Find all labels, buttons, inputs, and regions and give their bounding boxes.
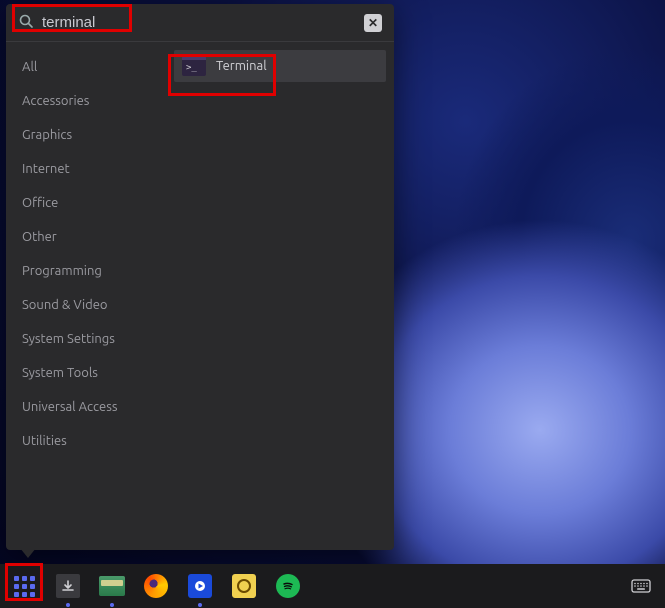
category-item-office[interactable]: Office bbox=[6, 186, 166, 220]
clear-search-button[interactable]: ✕ bbox=[364, 14, 382, 32]
files-icon bbox=[99, 576, 125, 596]
category-item-sound-video[interactable]: Sound & Video bbox=[6, 288, 166, 322]
category-item-internet[interactable]: Internet bbox=[6, 152, 166, 186]
search-icon bbox=[18, 13, 34, 33]
download-icon bbox=[56, 574, 80, 598]
category-item-system-settings[interactable]: System Settings bbox=[6, 322, 166, 356]
spotify-icon bbox=[276, 574, 300, 598]
running-indicator bbox=[110, 603, 114, 607]
search-row: ✕ bbox=[6, 4, 394, 39]
running-indicator bbox=[198, 603, 202, 607]
spotify-button[interactable] bbox=[274, 572, 302, 600]
menu-body: All Accessories Graphics Internet Office… bbox=[6, 42, 394, 550]
music-player-button[interactable] bbox=[230, 572, 258, 600]
search-input[interactable] bbox=[40, 10, 358, 35]
application-menu: ✕ All Accessories Graphics Internet Offi… bbox=[6, 4, 394, 550]
running-indicator bbox=[66, 603, 70, 607]
keyboard-indicator[interactable] bbox=[627, 572, 655, 600]
media-player-button[interactable] bbox=[186, 572, 214, 600]
terminal-icon: >_ bbox=[182, 56, 206, 76]
category-item-programming[interactable]: Programming bbox=[6, 254, 166, 288]
category-list: All Accessories Graphics Internet Office… bbox=[6, 42, 166, 550]
result-label: Terminal bbox=[216, 59, 267, 73]
firefox-button[interactable] bbox=[142, 572, 170, 600]
menu-pointer bbox=[20, 548, 36, 558]
category-item-utilities[interactable]: Utilities bbox=[6, 424, 166, 458]
close-icon: ✕ bbox=[368, 16, 378, 30]
keyboard-icon bbox=[631, 579, 651, 593]
downloads-button[interactable] bbox=[54, 572, 82, 600]
category-item-all[interactable]: All bbox=[6, 50, 166, 84]
category-item-graphics[interactable]: Graphics bbox=[6, 118, 166, 152]
media-play-icon bbox=[188, 574, 212, 598]
music-icon bbox=[232, 574, 256, 598]
result-item-terminal[interactable]: >_ Terminal bbox=[174, 50, 386, 82]
category-item-other[interactable]: Other bbox=[6, 220, 166, 254]
file-manager-button[interactable] bbox=[98, 572, 126, 600]
taskbar bbox=[0, 564, 665, 608]
category-item-accessories[interactable]: Accessories bbox=[6, 84, 166, 118]
firefox-icon bbox=[144, 574, 168, 598]
results-pane: >_ Terminal bbox=[166, 42, 394, 550]
category-item-universal-access[interactable]: Universal Access bbox=[6, 390, 166, 424]
category-item-system-tools[interactable]: System Tools bbox=[6, 356, 166, 390]
apps-grid-icon bbox=[14, 576, 35, 597]
apps-launcher-button[interactable] bbox=[10, 572, 38, 600]
